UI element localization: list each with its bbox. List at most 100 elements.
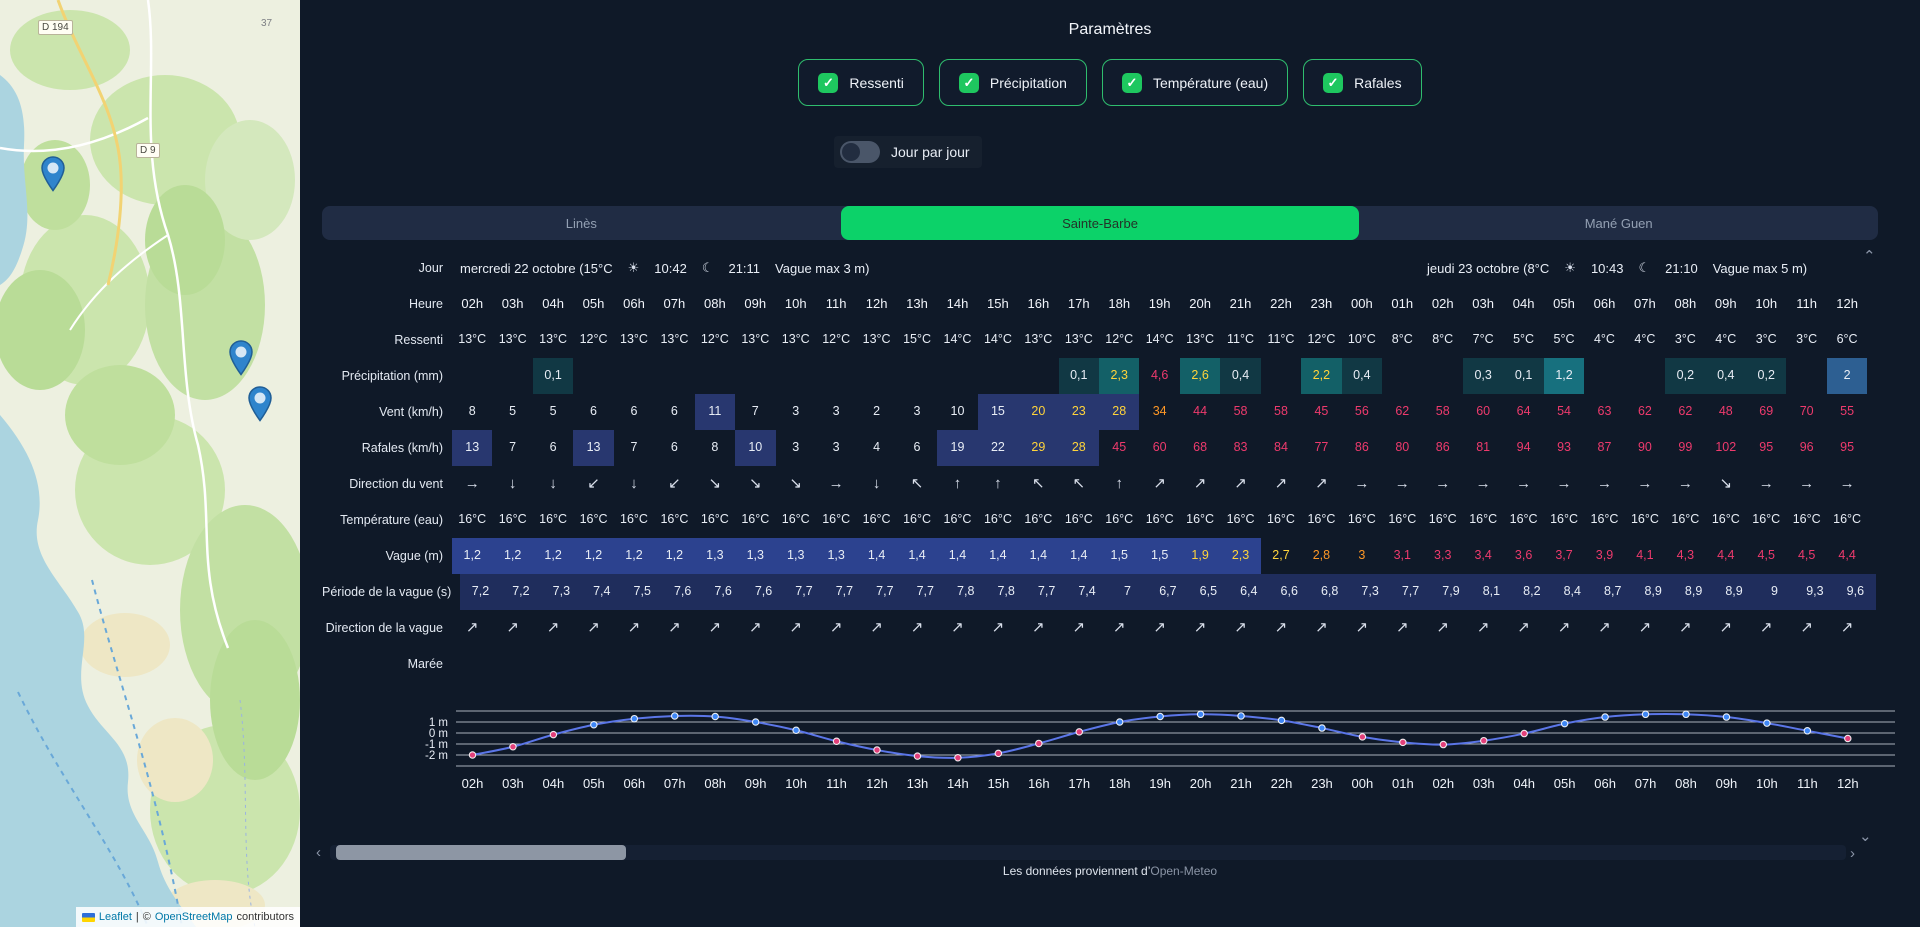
- table-cell: 16°C: [776, 502, 816, 538]
- table-cell: ↓: [533, 466, 573, 502]
- tide-x-label: 10h: [1756, 776, 1778, 791]
- horizontal-scrollbar-thumb[interactable]: [336, 845, 626, 860]
- map-marker[interactable]: [41, 156, 65, 192]
- table-cell: 03h: [492, 286, 532, 322]
- map-marker[interactable]: [229, 340, 253, 376]
- table-cell: 14°C: [1139, 322, 1179, 358]
- day-header-1: mercredi 22 octobre (15°C☀10:42☾21:11Vag…: [452, 250, 869, 286]
- row-label-temperature-eau: Température (eau): [322, 513, 452, 527]
- table-cell: 00h: [1342, 286, 1382, 322]
- table-row-vague: Vague (m)1,21,21,21,21,21,21,31,31,31,31…: [322, 538, 1882, 574]
- table-cell: 0,4: [1220, 358, 1260, 394]
- table-cell: ↗: [1220, 610, 1260, 646]
- parameter-checkbox-row: ✓Ressenti ✓Précipitation ✓Température (eau…: [300, 59, 1920, 106]
- leaflet-link[interactable]: Leaflet: [99, 909, 132, 925]
- table-cell: 1,2: [492, 538, 532, 574]
- table-cell: 13: [573, 430, 613, 466]
- scroll-right-icon[interactable]: ›: [1850, 846, 1855, 861]
- attr-contributors: contributors: [237, 909, 294, 925]
- table-cell: 5: [533, 394, 573, 430]
- table-cell: 16°C: [978, 502, 1018, 538]
- table-cell: 02h: [452, 286, 492, 322]
- table-cell: →: [1342, 466, 1382, 502]
- table-cell: 10: [937, 394, 977, 430]
- table-cell: 3,9: [1584, 538, 1624, 574]
- row-label-ressenti: Ressenti: [322, 333, 452, 347]
- table-cell: [1382, 358, 1422, 394]
- table-cell: 16°C: [1423, 502, 1463, 538]
- scroll-up-icon[interactable]: ⌃: [1863, 249, 1876, 264]
- table-cell: ↗: [1382, 610, 1422, 646]
- table-cell: 77: [1301, 430, 1341, 466]
- tide-x-label: 12h: [1837, 776, 1859, 791]
- table-cell: 16°C: [1463, 502, 1503, 538]
- tide-x-label: 22h: [1271, 776, 1293, 791]
- open-meteo-link[interactable]: Open-Meteo: [1150, 864, 1217, 878]
- checkbox-pr-cipitation[interactable]: ✓Précipitation: [939, 59, 1087, 106]
- table-cell: →: [1503, 466, 1543, 502]
- table-cell: ↗: [1139, 466, 1179, 502]
- table-row-temperature-eau: Température (eau)16°C16°C16°C16°C16°C16°…: [322, 502, 1882, 538]
- table-cell: 1,4: [897, 538, 937, 574]
- day-by-day-toggle[interactable]: [840, 141, 880, 163]
- table-cell: 12h: [856, 286, 896, 322]
- table-cell: 22: [978, 430, 1018, 466]
- table-cell: ↗: [897, 610, 937, 646]
- checkbox-rafales[interactable]: ✓Rafales: [1303, 59, 1421, 106]
- table-cell: →: [1625, 466, 1665, 502]
- table-cell: ↗: [1423, 610, 1463, 646]
- table-cell: 19h: [1139, 286, 1179, 322]
- table-cell: [1261, 358, 1301, 394]
- table-cell: 1,3: [695, 538, 735, 574]
- table-cell: 6,8: [1309, 574, 1349, 610]
- map[interactable]: D 194 37 D 9 Leaflet | © OpenStreetMap c…: [0, 0, 300, 927]
- table-cell: 1,2: [654, 538, 694, 574]
- table-cell: [816, 358, 856, 394]
- osm-link[interactable]: OpenStreetMap: [155, 909, 233, 925]
- map-marker[interactable]: [248, 386, 272, 422]
- table-cell: 3°C: [1665, 322, 1705, 358]
- table-cell: [614, 358, 654, 394]
- table-cell: 8,1: [1471, 574, 1511, 610]
- table-cell: [978, 358, 1018, 394]
- row-label-maree: Marée: [322, 657, 452, 671]
- table-cell: 4,4: [1706, 538, 1746, 574]
- table-cell: 13°C: [614, 322, 654, 358]
- horizontal-scrollbar[interactable]: [330, 845, 1846, 860]
- table-cell: 7,6: [703, 574, 743, 610]
- tide-point: [1238, 713, 1244, 719]
- spot-tabs: LinèsSainte-BarbeMané Guen: [322, 206, 1878, 240]
- tab-lin-s[interactable]: Linès: [322, 206, 841, 240]
- scroll-left-icon[interactable]: ‹: [316, 845, 321, 860]
- table-cell: 16°C: [1584, 502, 1624, 538]
- table-cell: →: [1544, 466, 1584, 502]
- table-cell: 7,8: [946, 574, 986, 610]
- table-cell: 7,6: [662, 574, 702, 610]
- table-cell: 13°C: [856, 322, 896, 358]
- table-cell: 7,7: [784, 574, 824, 610]
- checkbox-temp-rature-eau[interactable]: ✓Température (eau): [1102, 59, 1288, 106]
- table-cell: →: [1584, 466, 1624, 502]
- table-cell: 09h: [1706, 286, 1746, 322]
- table-cell: 3: [897, 394, 937, 430]
- table-cell: 3: [776, 430, 816, 466]
- tab-sainte-barbe[interactable]: Sainte-Barbe: [841, 206, 1360, 240]
- scroll-down-icon[interactable]: ⌄: [1859, 829, 1872, 844]
- table-cell: 19: [937, 430, 977, 466]
- checkbox-ressenti[interactable]: ✓Ressenti: [798, 59, 923, 106]
- table-cell: 16°C: [1059, 502, 1099, 538]
- table-cell: 6: [654, 430, 694, 466]
- table-cell: 08h: [695, 286, 735, 322]
- table-cell: 16°C: [937, 502, 977, 538]
- map-art: [0, 0, 300, 927]
- tab-man-guen[interactable]: Mané Guen: [1359, 206, 1878, 240]
- table-cell: 6,4: [1229, 574, 1269, 610]
- tide-x-label: 02h: [1432, 776, 1454, 791]
- table-cell: 07h: [1625, 286, 1665, 322]
- tide-point: [1642, 711, 1648, 717]
- table-cell: 4: [856, 430, 896, 466]
- table-cell: 07h: [654, 286, 694, 322]
- table-cell: 11h: [816, 286, 856, 322]
- table-cell: 62: [1625, 394, 1665, 430]
- table-cell: 1,3: [776, 538, 816, 574]
